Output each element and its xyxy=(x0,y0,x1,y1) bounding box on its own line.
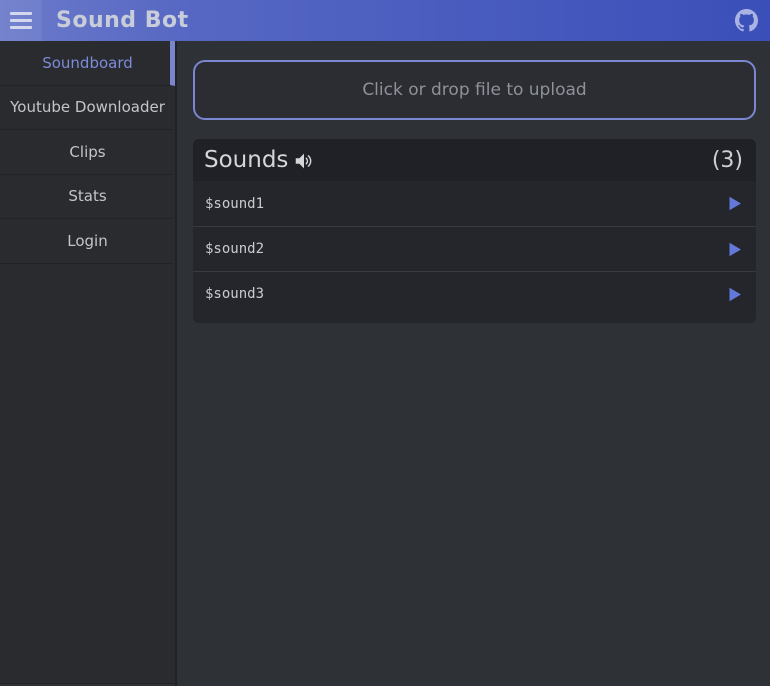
sounds-count: (3) xyxy=(712,148,743,173)
sidebar-item-soundboard[interactable]: Soundboard xyxy=(0,41,175,86)
play-button[interactable] xyxy=(727,196,743,212)
upload-dropzone[interactable]: Click or drop file to upload xyxy=(193,60,756,120)
play-icon xyxy=(728,242,742,257)
github-link[interactable] xyxy=(733,8,759,34)
play-button[interactable] xyxy=(727,241,743,257)
sidebar-item-label: Soundboard xyxy=(42,54,133,72)
header: Sound Bot xyxy=(0,0,770,41)
hamburger-icon xyxy=(10,12,32,29)
speaker-icon xyxy=(293,150,315,172)
sidebar-item-label: Login xyxy=(67,232,107,250)
main-content: Click or drop file to upload Sounds (3) … xyxy=(177,41,770,686)
sidebar-item-clips[interactable]: Clips xyxy=(0,130,175,175)
sidebar-item-youtube-downloader[interactable]: Youtube Downloader xyxy=(0,86,175,131)
sound-name: $sound3 xyxy=(205,286,264,302)
sidebar-spacer xyxy=(0,264,175,684)
sidebar-item-login[interactable]: Login xyxy=(0,219,175,264)
app-window: Sound Bot Soundboard Youtube Downloader … xyxy=(0,0,770,686)
upload-label: Click or drop file to upload xyxy=(362,80,586,100)
play-icon xyxy=(728,287,742,302)
sound-row: $sound3 xyxy=(193,271,756,316)
sounds-title: Sounds xyxy=(204,147,288,173)
app-body: Soundboard Youtube Downloader Clips Stat… xyxy=(0,41,770,686)
menu-button[interactable] xyxy=(0,0,42,41)
sound-name: $sound1 xyxy=(205,196,264,212)
sidebar: Soundboard Youtube Downloader Clips Stat… xyxy=(0,41,177,686)
app-title: Sound Bot xyxy=(56,8,189,33)
sidebar-item-label: Stats xyxy=(68,187,106,205)
sidebar-item-stats[interactable]: Stats xyxy=(0,175,175,220)
play-button[interactable] xyxy=(727,286,743,302)
sound-row: $sound1 xyxy=(193,181,756,226)
sidebar-item-label: Clips xyxy=(69,143,105,161)
sound-row: $sound2 xyxy=(193,226,756,271)
sidebar-item-label: Youtube Downloader xyxy=(10,98,165,116)
sounds-panel-header: Sounds (3) xyxy=(193,139,756,181)
sound-list: $sound1 $sound2 xyxy=(193,181,756,323)
play-icon xyxy=(728,196,742,211)
sound-name: $sound2 xyxy=(205,241,264,257)
github-icon xyxy=(735,9,758,32)
sounds-panel: Sounds (3) $sound1 xyxy=(193,139,756,323)
